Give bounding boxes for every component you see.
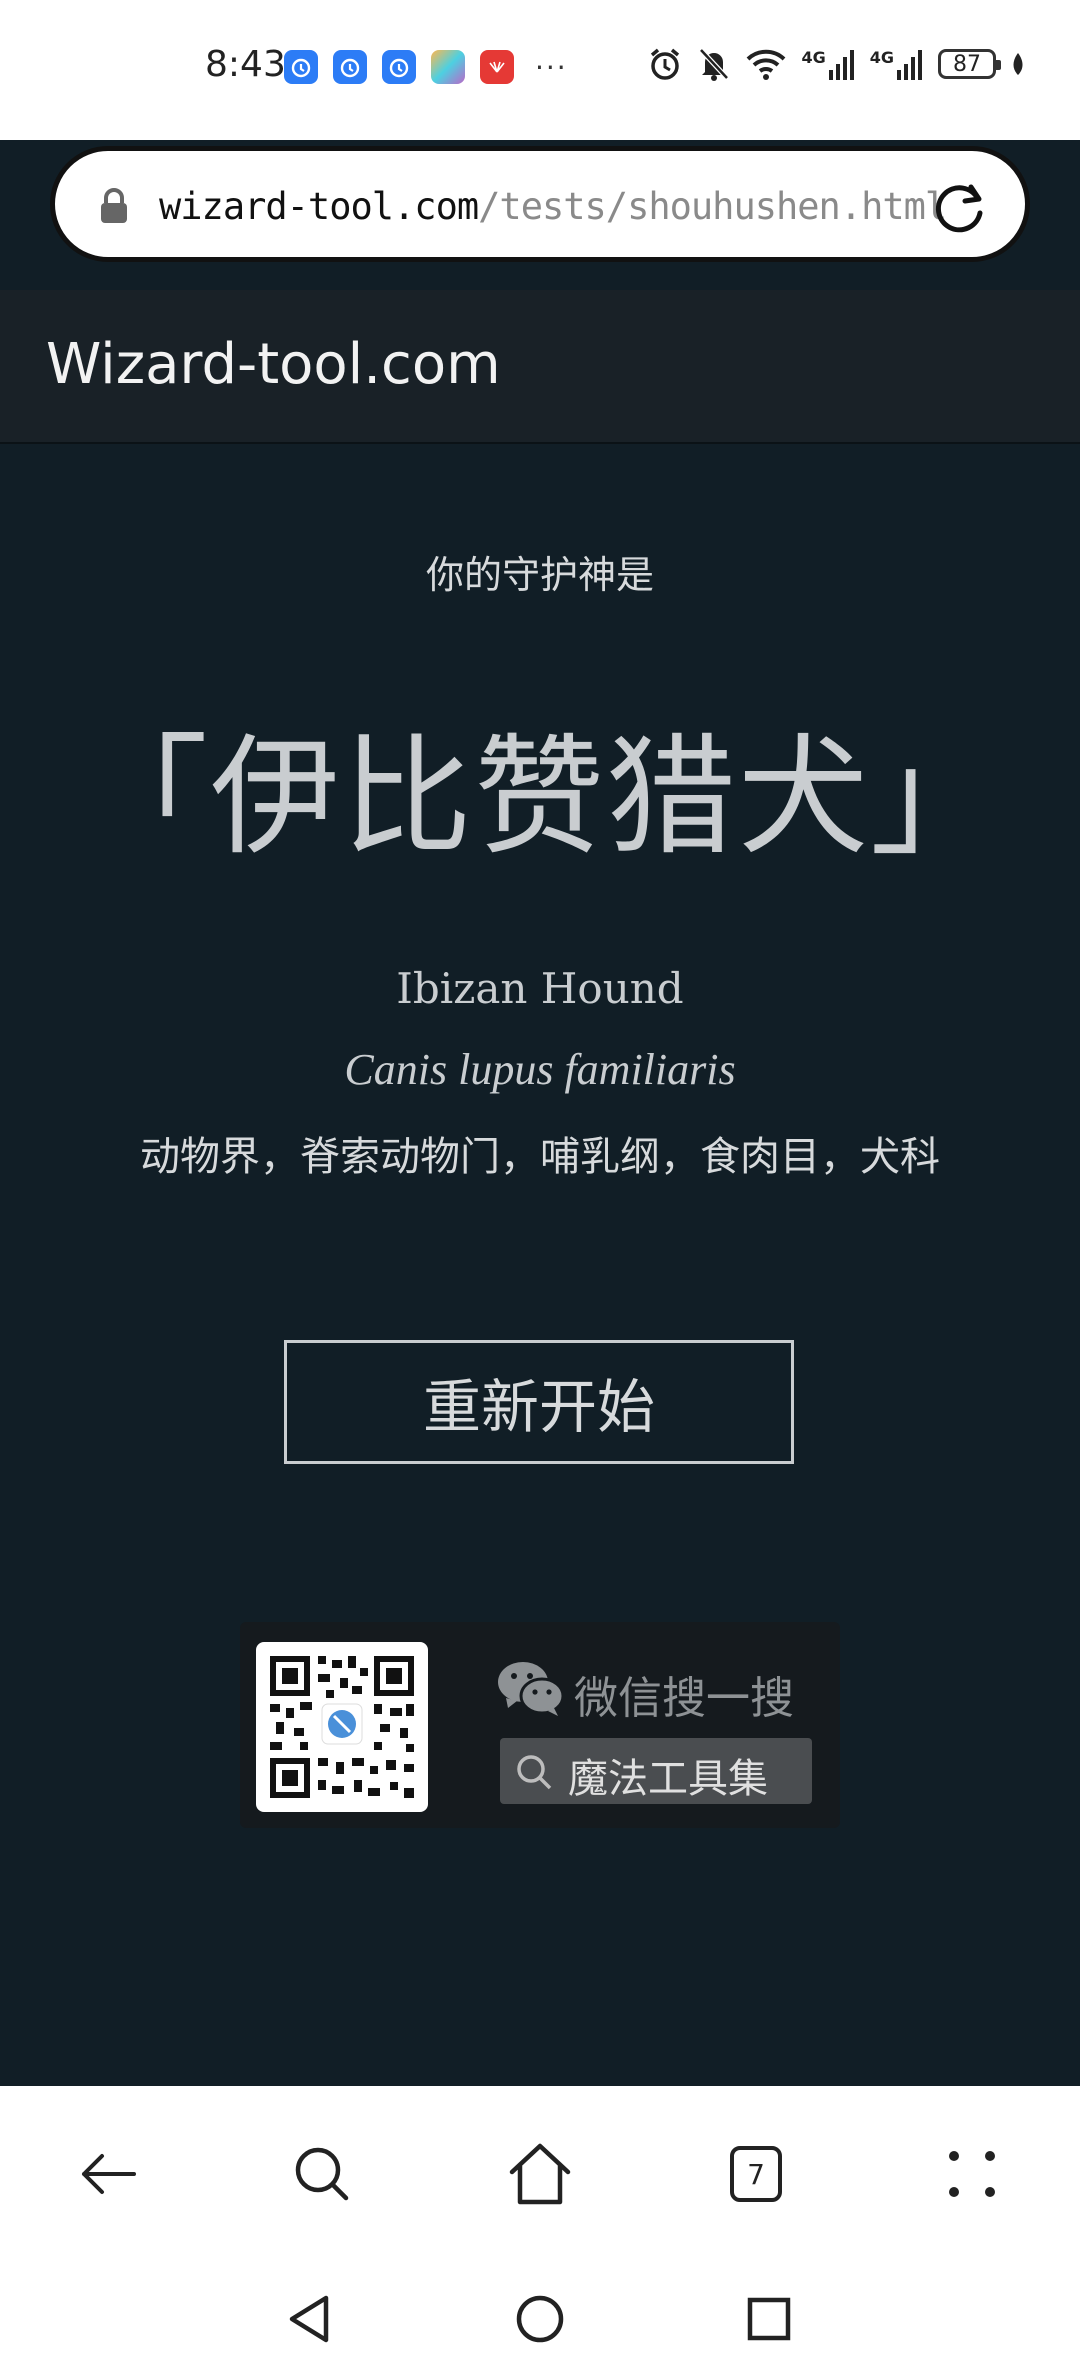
signal-2: 4G [870,48,924,80]
url-host: wizard-tool.com [159,185,479,228]
browser-toolbar: 7 [0,2086,1080,2256]
address-bar[interactable]: wizard-tool.com/tests/shouhushen.html [50,146,1030,262]
result-section: 你的守护神是 「伊比赞猎犬」 Ibizan Hound Canis lupus … [0,444,1080,2086]
menu-dots-icon [949,2151,995,2197]
url-path: /tests/shouhushen.html [478,185,947,228]
network-type-label: 4G [801,48,826,67]
huawei-notification-icon [480,50,514,84]
wechat-icon [498,1662,565,1716]
search-icon [295,2147,349,2201]
result-intro: 你的守护神是 [425,553,654,597]
restart-button[interactable]: 重新开始 [284,1340,794,1464]
wifi-icon [747,49,786,80]
app-notification-icon [382,50,416,84]
system-icons: 4G 4G 87 [647,46,1026,82]
english-name: Ibizan Hound [396,964,684,1013]
wechat-search-label: 微信搜一搜 [574,1673,794,1724]
tab-count: 7 [730,2146,782,2202]
battery-indicator: 87 [938,49,1001,79]
circle-home-icon [516,2295,564,2343]
tabs-button[interactable]: 7 [720,2138,792,2210]
square-recents-icon [747,2297,791,2341]
nav-back-button[interactable] [274,2284,344,2354]
lock-icon [101,188,127,223]
taxonomy: 动物界，脊索动物门，哺乳纲，食肉目，犬科 [140,1134,940,1180]
qr-code [256,1642,428,1812]
signal-1: 4G [801,48,855,80]
search-button[interactable] [286,2138,358,2210]
scientific-name: Canis lupus familiaris [344,1045,736,1094]
network-type-label: 4G [869,48,894,67]
alarm-icon [651,48,680,80]
nav-recents-button[interactable] [734,2284,804,2354]
status-bar: 8:43 ··· 4G 4G 87 [0,0,1080,140]
wechat-search-box[interactable]: 魔法工具集 [500,1738,812,1804]
signal-bars-icon [828,50,854,80]
game-notification-icon [431,50,465,84]
search-icon [517,1755,552,1790]
leaf-icon [1013,53,1023,75]
home-icon [509,2143,571,2205]
signal-bars-icon [897,50,922,80]
more-notifications-icon: ··· [535,50,568,84]
mute-icon [699,48,730,81]
triangle-back-icon [289,2295,329,2343]
status-time: 8:43 [205,44,286,85]
wechat-promo[interactable]: 微信搜一搜 魔法工具集 [240,1622,840,1828]
nav-home-button[interactable] [505,2284,575,2354]
home-button[interactable] [504,2138,576,2210]
site-title[interactable]: Wizard-tool.com [46,332,501,397]
app-notification-icon [284,50,318,84]
back-arrow-icon [82,2154,136,2194]
back-button[interactable] [72,2138,144,2210]
url-text[interactable]: wizard-tool.com/tests/shouhushen.html [159,185,947,228]
app-notification-icon [333,50,367,84]
menu-button[interactable] [936,2138,1008,2210]
site-header: Wizard-tool.com [0,290,1080,444]
wechat-search-text: 魔法工具集 [568,1756,768,1802]
reload-icon[interactable] [931,179,989,237]
guardian-name: 「伊比赞猎犬」 [77,721,1002,873]
notification-icons: ··· [284,50,568,84]
system-navigation-bar [0,2256,1080,2376]
battery-level: 87 [953,51,981,77]
